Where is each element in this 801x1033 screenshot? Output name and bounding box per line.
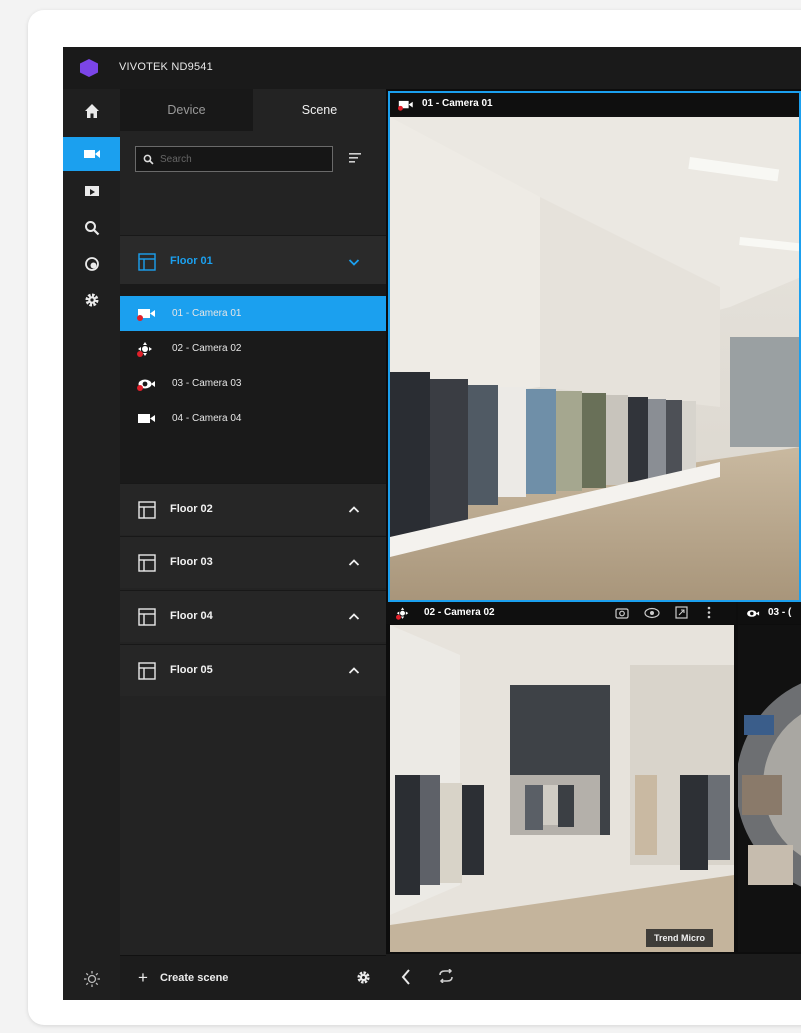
camera-feed-image[interactable]: [390, 625, 734, 952]
video-tile-camera-01[interactable]: 01 - Camera 01: [388, 91, 801, 602]
more-options-icon[interactable]: [707, 606, 711, 619]
rail-theme-toggle[interactable]: [63, 958, 120, 1000]
floor-plan-icon: [138, 253, 156, 271]
floor-plan-icon: [138, 608, 156, 626]
floor-label: Floor 05: [170, 664, 213, 676]
rail-playback[interactable]: [63, 175, 120, 209]
filter-sort-icon[interactable]: [348, 151, 362, 165]
bullet-camera-icon: [138, 414, 155, 423]
floor-item-04[interactable]: Floor 04: [120, 590, 386, 642]
create-scene-button[interactable]: + Create scene: [138, 968, 228, 988]
rail-home[interactable]: [63, 94, 120, 128]
bullet-camera-icon: [137, 309, 155, 321]
floor-label: Floor 04: [170, 610, 213, 622]
chevron-up-icon[interactable]: [348, 504, 360, 516]
eye-icon[interactable]: [644, 607, 660, 619]
search-icon: [84, 221, 99, 236]
home-icon: [84, 104, 99, 118]
tile-title: 03 - (: [768, 607, 792, 618]
rail-search[interactable]: [63, 211, 120, 245]
video-view: 01 - Camera 01 02 - Camera 02 03 - (Tre…: [386, 89, 801, 1000]
chevron-up-icon[interactable]: [348, 557, 360, 569]
search-box: [135, 146, 333, 172]
camera-label: 04 - Camera 04: [172, 413, 242, 424]
ptz-camera-icon: [396, 607, 409, 620]
floor-plan-icon: [138, 662, 156, 680]
camera-feed-image: [390, 117, 799, 600]
tab-device[interactable]: Device: [120, 89, 253, 131]
view-toolbar: [386, 954, 801, 1000]
floor-plan-icon: [138, 501, 156, 519]
ptz-camera-icon: [137, 342, 152, 357]
rail-live-view[interactable]: [63, 137, 120, 171]
settings-icon: [85, 293, 98, 307]
search-input[interactable]: [158, 152, 322, 166]
camera-list: 01 - Camera 01 02 - Camera 02 03 - Camer…: [120, 284, 386, 483]
rail-events[interactable]: [63, 247, 120, 281]
camera-item-03[interactable]: 03 - Camera 03: [120, 366, 386, 401]
search-icon: [143, 154, 154, 165]
fullscreen-icon[interactable]: [675, 606, 688, 619]
snapshot-icon[interactable]: [615, 607, 629, 619]
vivotek-logo-icon: [80, 59, 98, 77]
playback-icon: [84, 186, 99, 198]
chevron-left-icon[interactable]: [401, 969, 411, 985]
floor-item-05[interactable]: Floor 05: [120, 644, 386, 696]
scene-panel: Device Scene Floor 01 01 - Camera 01 02 …: [120, 89, 386, 1000]
bullet-camera-icon: [398, 100, 413, 111]
brightness-icon: [83, 971, 100, 987]
rail-settings[interactable]: [63, 283, 120, 317]
floor-item-02[interactable]: Floor 02: [120, 483, 386, 535]
camera-label: 01 - Camera 01: [172, 308, 242, 319]
panel-footer: + Create scene: [120, 955, 386, 1000]
floor-label: Floor 01: [170, 255, 213, 267]
chevron-down-icon[interactable]: [348, 256, 360, 268]
chevron-up-icon[interactable]: [348, 665, 360, 677]
tile-title: 01 - Camera 01: [422, 98, 493, 109]
camera-item-02[interactable]: 02 - Camera 02: [120, 331, 386, 366]
camera-item-01[interactable]: 01 - Camera 01: [120, 296, 386, 331]
title-bar: VIVOTEK ND9541: [63, 47, 801, 90]
floor-item-01[interactable]: Floor 01: [120, 235, 386, 287]
create-scene-label: Create scene: [159, 972, 229, 984]
app-title: VIVOTEK ND9541: [119, 61, 213, 73]
nav-rail: [63, 89, 120, 1000]
panel-tabs: Device Scene: [120, 89, 386, 131]
floor-plan-icon: [138, 554, 156, 572]
overlay-tag: Trend Micro: [646, 929, 714, 947]
chevron-up-icon[interactable]: [348, 611, 360, 623]
fisheye-camera-icon: [747, 610, 760, 617]
tile-header: 01 - Camera 01: [390, 93, 799, 115]
camera-label: 03 - Camera 03: [172, 378, 242, 389]
plus-icon: +: [138, 968, 148, 987]
floor-item-03[interactable]: Floor 03: [120, 536, 386, 588]
tile-header-03: 03 - (: [738, 602, 801, 624]
refresh-icon[interactable]: [438, 969, 454, 983]
live-view-icon: [83, 150, 100, 158]
fisheye-camera-icon: [137, 379, 155, 391]
gear-icon[interactable]: [356, 970, 371, 985]
events-icon: [84, 257, 99, 271]
camera-label: 02 - Camera 02: [172, 343, 242, 354]
floor-label: Floor 02: [170, 503, 213, 515]
tab-scene[interactable]: Scene: [253, 89, 386, 131]
floor-label: Floor 03: [170, 556, 213, 568]
tile-header-02: 02 - Camera 02: [386, 602, 736, 624]
app-window: VIVOTEK ND9541 Device Scene Search Floor…: [63, 47, 801, 1000]
tile-title: 02 - Camera 02: [424, 607, 495, 618]
camera-feed-image[interactable]: [738, 625, 801, 952]
camera-item-04[interactable]: 04 - Camera 04: [120, 401, 386, 436]
